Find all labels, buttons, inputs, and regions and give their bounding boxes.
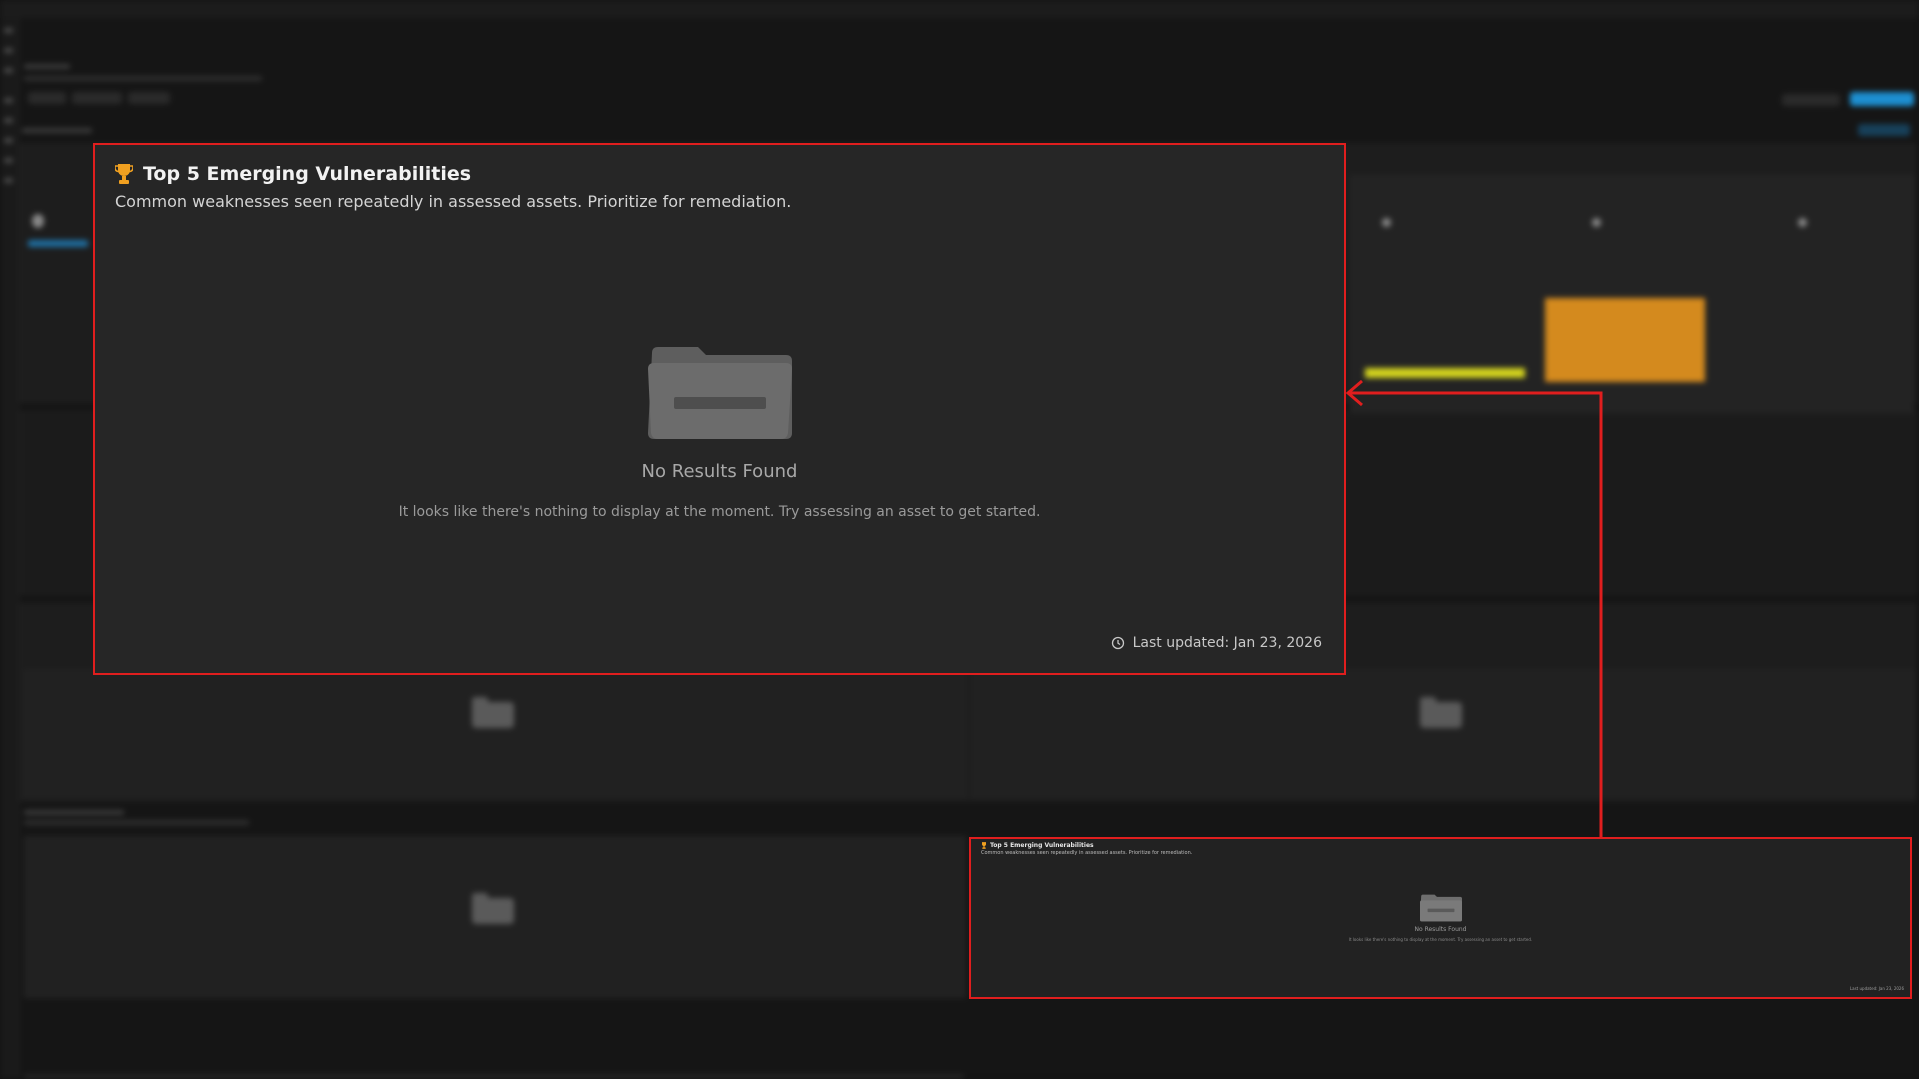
screenshot-stage: Top 5 Emerging Vulnerabilities Common we… <box>0 0 1919 1079</box>
top-bar <box>0 0 1919 18</box>
mini-card-highlight-frame <box>969 837 1912 999</box>
zoom-card-highlight-frame <box>93 143 1346 675</box>
left-rail <box>0 18 19 1079</box>
